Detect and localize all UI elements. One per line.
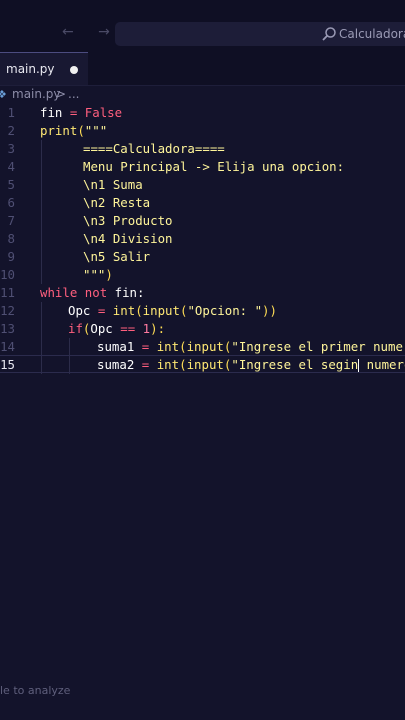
- token: (: [77, 123, 85, 138]
- token: "Ingrese el segin: [231, 357, 359, 372]
- token: =: [141, 357, 150, 372]
- code-line-4: 4 Menu Principal -> Elija una opcion:: [0, 158, 405, 176]
- breadcrumb-separator: >: [56, 87, 67, 101]
- code-line-8: 8 \n4 Division: [0, 230, 405, 248]
- line-number: 4: [7, 159, 15, 174]
- token: Opc: [68, 303, 91, 318]
- tab-label: main.py: [6, 62, 55, 76]
- code-line-6: 6 \n2 Resta: [0, 194, 405, 212]
- tab-bar: main.py: [0, 52, 405, 86]
- code-line-2: 2 print(""": [0, 122, 405, 140]
- breadcrumb-more[interactable]: ...: [68, 87, 79, 101]
- token: Menu Principal -> Elija una opcion:: [83, 159, 345, 174]
- token: fin:: [114, 285, 145, 300]
- token: \n3 Producto: [83, 213, 173, 228]
- token: ): [105, 267, 113, 282]
- line-number: 1: [7, 105, 15, 120]
- command-search[interactable]: Calculadora: [115, 22, 405, 46]
- token: fin: [40, 105, 63, 120]
- token: suma2: [97, 357, 135, 372]
- token: )): [262, 303, 277, 318]
- code-line-9: 9 \n5 Salir: [0, 248, 405, 266]
- token: """: [84, 123, 108, 138]
- line-number: 3: [7, 141, 15, 156]
- token: =: [141, 339, 150, 354]
- unsaved-dot-icon[interactable]: [70, 66, 78, 74]
- line-number: 2: [7, 123, 15, 138]
- token: Opc: [90, 321, 113, 336]
- line-number: 6: [7, 195, 15, 210]
- token: (: [179, 339, 187, 354]
- token: numero:: [366, 357, 405, 372]
- token: while: [40, 285, 78, 300]
- token: ):: [150, 321, 166, 336]
- breadcrumb-file[interactable]: main.py: [12, 87, 61, 101]
- line-number: 7: [7, 213, 15, 228]
- token: if: [68, 321, 83, 336]
- token: int: [156, 339, 180, 354]
- token: """: [83, 267, 106, 282]
- token: input: [142, 303, 180, 318]
- search-icon: [322, 27, 336, 41]
- token: =: [97, 303, 106, 318]
- code-line-7: 7 \n3 Producto: [0, 212, 405, 230]
- token: (: [179, 357, 187, 372]
- line-number: 10: [0, 267, 15, 282]
- token: input: [186, 357, 224, 372]
- nav-arrows[interactable]: ← →: [62, 24, 120, 40]
- token: int: [112, 303, 136, 318]
- token: =: [69, 105, 78, 120]
- token: int: [156, 357, 180, 372]
- line-number: 5: [7, 177, 15, 192]
- token: suma1: [97, 339, 135, 354]
- token: \n1 Suma: [83, 177, 143, 192]
- code-line-14: 14 suma1 = int(input("Ingrese el primer …: [0, 338, 405, 356]
- python-file-icon: ❖: [0, 88, 7, 101]
- status-text: le to analyze: [0, 684, 71, 697]
- token: False: [84, 105, 123, 120]
- line-number: 13: [0, 321, 15, 336]
- token: 1: [142, 321, 151, 336]
- code-line-3: 3 ====Calculadora====: [0, 140, 405, 158]
- title-bar: ← → Calculadora: [0, 0, 405, 52]
- token: (: [135, 303, 143, 318]
- token: ====Calculadora====: [83, 141, 225, 156]
- tab-main-py[interactable]: main.py: [0, 52, 88, 85]
- search-label: Calculadora: [339, 27, 405, 41]
- code-line-5: 5 \n1 Suma: [0, 176, 405, 194]
- line-number: 14: [0, 339, 15, 354]
- line-number: 15: [0, 357, 15, 372]
- token: "Ingrese el primer numero: [231, 339, 405, 354]
- code-line-13: 13 if(Opc == 1):: [0, 320, 405, 338]
- line-number: 8: [7, 231, 15, 246]
- code-line-1: 1 fin = False: [0, 104, 405, 122]
- code-editor[interactable]: 1 fin = False 2 print(""" 3 ====Calculad…: [0, 104, 405, 674]
- code-line-15: 15 suma2 = int(input("Ingrese el segin n…: [0, 355, 405, 373]
- line-number: 12: [0, 303, 15, 318]
- token: \n4 Division: [83, 231, 173, 246]
- token: \n5 Salir: [83, 249, 151, 264]
- token: "Opcion: ": [187, 303, 263, 318]
- token: print: [40, 123, 78, 138]
- token: input: [186, 339, 224, 354]
- token: ==: [120, 321, 136, 336]
- code-line-12: 12 Opc = int(input("Opcion: ")): [0, 302, 405, 320]
- code-line-11: 11 while not fin:: [0, 284, 405, 302]
- token: \n2 Resta: [83, 195, 151, 210]
- token: not: [84, 285, 108, 300]
- line-number: 9: [7, 249, 15, 264]
- line-number: 11: [0, 285, 15, 300]
- code-line-10: 10 """): [0, 266, 405, 284]
